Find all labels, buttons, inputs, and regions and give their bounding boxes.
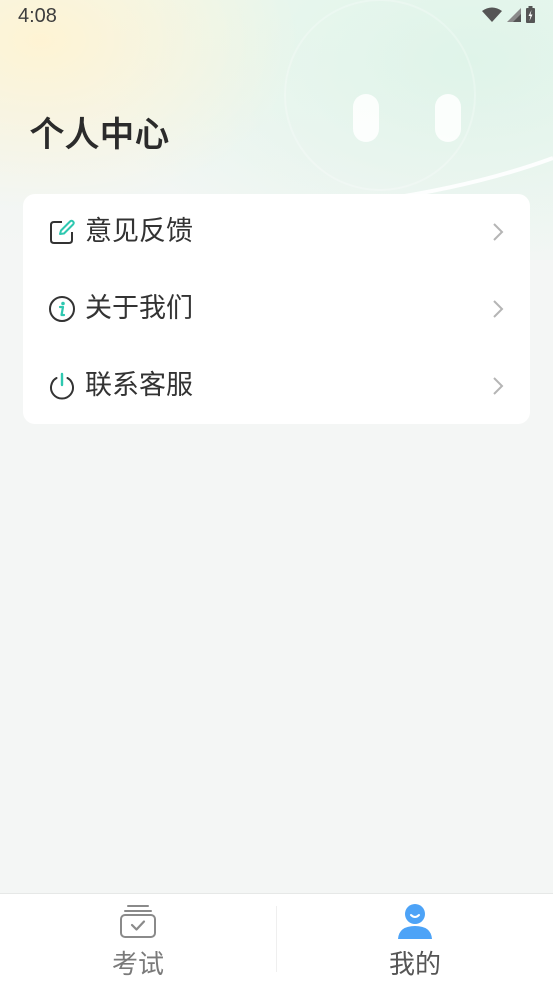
header-deco-pill-left <box>353 94 379 142</box>
status-bar: 4:08 <box>0 0 553 34</box>
bottom-navigation: 考试 我的 <box>0 893 553 984</box>
info-icon <box>49 296 75 322</box>
status-time: 4:08 <box>18 5 57 27</box>
tab-exam[interactable]: 考试 <box>0 894 276 984</box>
battery-charging-icon <box>526 6 535 23</box>
user-profile-icon <box>398 904 432 939</box>
chevron-right-icon <box>493 377 504 395</box>
exam-box-icon <box>120 905 156 938</box>
wifi-icon <box>482 7 502 22</box>
menu-item-label: 联系客服 <box>85 370 193 401</box>
tab-mine[interactable]: 我的 <box>277 894 553 984</box>
menu-card: 意见反馈 关于我们 联系客服 <box>23 194 530 424</box>
menu-item-feedback[interactable]: 意见反馈 <box>23 194 530 270</box>
page-title: 个人中心 <box>30 115 170 155</box>
tab-mine-label: 我的 <box>388 950 441 980</box>
chevron-right-icon <box>493 223 504 241</box>
chevron-right-icon <box>493 300 504 318</box>
tab-exam-label: 考试 <box>111 950 164 980</box>
header-deco-pill-right <box>435 94 461 142</box>
menu-item-label: 意见反馈 <box>85 216 193 247</box>
menu-item-about[interactable]: 关于我们 <box>23 271 530 347</box>
menu-item-customer-service[interactable]: 联系客服 <box>23 348 530 424</box>
power-icon <box>50 372 74 400</box>
menu-item-label: 关于我们 <box>85 293 193 324</box>
cellular-signal-icon <box>507 7 521 22</box>
feedback-edit-icon <box>50 219 75 244</box>
